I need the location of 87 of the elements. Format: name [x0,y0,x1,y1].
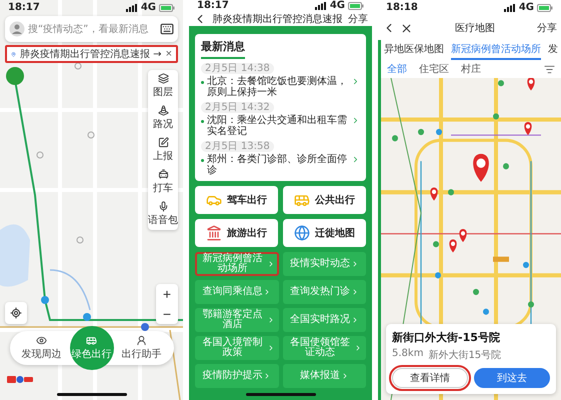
address-text: 新外大街15号院 [428,348,502,362]
location-pin-icon[interactable] [449,239,457,252]
avatar-icon[interactable] [9,21,25,37]
filter-tab[interactable]: 住宅区 [419,62,449,76]
chevron-icon [351,77,360,86]
tool-button[interactable]: 打车 [148,166,178,198]
status-time: 18:17 [197,0,229,12]
filter-tab[interactable]: 全部 [387,62,407,76]
nav-button[interactable]: 出行助手 [120,333,164,363]
user-marker-icon[interactable] [6,67,24,85]
filter-tab[interactable]: 村庄 [461,62,481,76]
map-logo-icon [7,374,33,384]
location-pin-icon[interactable] [459,229,467,242]
bullet-icon [201,81,204,84]
close-icon [400,22,413,34]
network-label: 4G [140,2,156,14]
place-name: 新街口外大街-15号院 [392,330,501,345]
battery-icon [159,4,175,12]
date-tag: 2月5日 13:58 [201,141,274,152]
card-title: 最新消息 [201,39,245,59]
zoom-button[interactable]: − [156,304,178,324]
category-tile[interactable]: 公共出行 [283,186,366,214]
battery-icon [537,4,553,12]
news-item[interactable]: 郑州：各类门诊部、诊所全面停诊 [207,154,348,176]
page-title: 医疗地图 [454,22,496,35]
nav-button[interactable]: 发现周边 [20,333,64,363]
page-title: 肺炎疫情期出行管控消息速报 [212,12,344,26]
tab[interactable]: 新冠病例曾活动场所 [451,40,541,60]
nav-icon [136,335,147,346]
station-icon[interactable] [41,296,49,304]
status-time: 18:17 [8,2,40,14]
banner-text[interactable]: 肺炎疫情期出行管控消息速报 → [20,47,162,61]
signal-icon [126,4,138,12]
path-line [50,269,91,310]
tool-icon [158,201,168,212]
date-tag: 2月5日 14:38 [201,63,274,74]
news-item[interactable]: 北京：去餐馆吃饭也要测体温，原则上保持一米 [207,76,348,98]
location-pin-icon[interactable] [527,78,535,90]
news-item[interactable]: 沈阳：乘坐公共交通和出租车需实名登记 [207,115,348,137]
locate-button[interactable] [5,302,27,324]
signal-icon [314,2,327,10]
details-button[interactable]: 查看详情 [392,368,468,388]
signal-icon [504,4,516,12]
location-pin-icon[interactable] [473,154,489,182]
chevron-icon [351,155,360,164]
tool-button[interactable]: 上报 [148,134,178,166]
locate-icon [10,307,22,319]
share-button[interactable]: 分享 [348,12,368,26]
news-banner[interactable]: 肺炎疫情期出行管控消息速报 → × [5,45,178,63]
chevron-icon [354,344,362,352]
distance-text: 5.8km [392,348,424,361]
tool-button[interactable]: 图层 [148,70,178,102]
tool-icon [158,73,168,84]
station-icon[interactable] [83,313,91,321]
tour-icon [206,225,222,241]
keyboard-icon[interactable] [160,22,174,36]
nav-icon [86,335,97,346]
network-label: 4G [518,2,534,14]
nav-icon [36,335,47,346]
poi-icon[interactable] [74,62,82,70]
close-button[interactable] [400,22,413,34]
category-tile[interactable]: 旅游出行 [195,219,278,247]
bullet-icon [201,159,204,162]
tool-icon [158,169,168,180]
filter-icon[interactable] [544,64,555,74]
network-label: 4G [330,0,345,12]
close-button[interactable]: × [166,48,172,60]
zoom-button[interactable]: + [156,284,178,304]
navigate-button[interactable]: 到这去 [474,368,550,388]
tool-icon [158,137,168,148]
bullet-icon [201,120,204,123]
location-pin-icon[interactable] [524,122,532,136]
battery-icon [348,2,364,10]
tab[interactable]: 异地医保地图 [384,40,444,60]
date-tag: 2月5日 14:32 [201,102,274,113]
tab[interactable]: 发 [548,40,558,60]
share-button[interactable]: 分享 [537,21,557,35]
category-tile[interactable]: 迁徙地图 [283,219,366,247]
location-pin-icon[interactable] [430,187,438,201]
category-tile[interactable]: 驾车出行 [195,186,278,214]
chevron-icon [351,116,360,125]
station-icon[interactable] [141,323,149,331]
status-time: 18:18 [386,2,418,14]
tool-button[interactable]: 路况 [148,102,178,134]
globe-icon [294,225,310,241]
tool-button[interactable]: 语音包 [148,198,178,230]
tool-icon [158,105,168,116]
